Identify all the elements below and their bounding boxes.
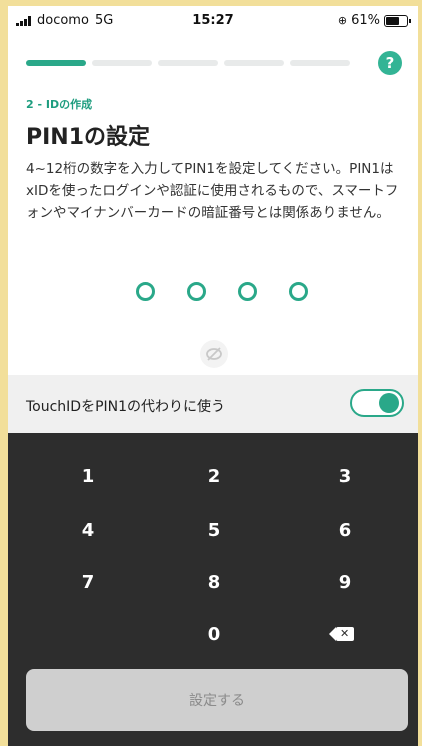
backspace-button[interactable] <box>305 617 385 653</box>
page-title: PIN1の設定 <box>26 125 151 150</box>
toggle-knob <box>379 393 399 413</box>
location-icon: ⊕ <box>337 14 348 27</box>
progress-segment <box>26 60 86 66</box>
key-5[interactable]: 5 <box>174 513 254 549</box>
key-2[interactable]: 2 <box>174 459 254 495</box>
progress-segment <box>290 60 350 66</box>
pin-dot <box>187 282 206 301</box>
progress-segment <box>224 60 284 66</box>
key-3[interactable]: 3 <box>305 459 385 495</box>
page-description: 4~12桁の数字を入力してPIN1を設定してください。PIN1はxIDを使ったロ… <box>26 161 399 221</box>
status-bar: docomo 5G 15:27 ⊕ 61% <box>8 6 418 36</box>
backspace-icon <box>329 626 354 642</box>
key-4[interactable]: 4 <box>48 513 128 549</box>
key-0[interactable]: 0 <box>174 617 254 653</box>
toggle-visibility-button[interactable] <box>200 340 228 368</box>
step-progress <box>26 60 350 66</box>
submit-button[interactable]: 設定する <box>26 669 408 731</box>
pin-indicator <box>136 282 308 301</box>
battery-icon <box>384 14 411 27</box>
battery-percent: 61% <box>351 13 380 28</box>
key-8[interactable]: 8 <box>174 565 254 601</box>
numeric-keypad: 1 2 3 4 5 6 7 8 9 0 設定する <box>8 433 418 746</box>
step-label: 2 - IDの作成 <box>26 98 93 111</box>
phone-screen: docomo 5G 15:27 ⊕ 61% ? 2 - IDの作成 PIN1の設… <box>8 6 418 746</box>
pin-dot <box>238 282 257 301</box>
battery-group: ⊕ 61% <box>337 13 411 28</box>
touch-id-label: TouchIDをPIN1の代わりに使う <box>26 399 226 415</box>
eye-off-icon <box>206 347 222 361</box>
key-9[interactable]: 9 <box>305 565 385 601</box>
progress-segment <box>92 60 152 66</box>
progress-segment <box>158 60 218 66</box>
key-6[interactable]: 6 <box>305 513 385 549</box>
key-1[interactable]: 1 <box>48 459 128 495</box>
key-7[interactable]: 7 <box>48 565 128 601</box>
touch-id-row: TouchIDをPIN1の代わりに使う <box>8 375 418 433</box>
pin-dot <box>136 282 155 301</box>
touch-id-toggle[interactable] <box>350 389 404 417</box>
pin-dot <box>289 282 308 301</box>
help-button[interactable]: ? <box>378 51 402 75</box>
